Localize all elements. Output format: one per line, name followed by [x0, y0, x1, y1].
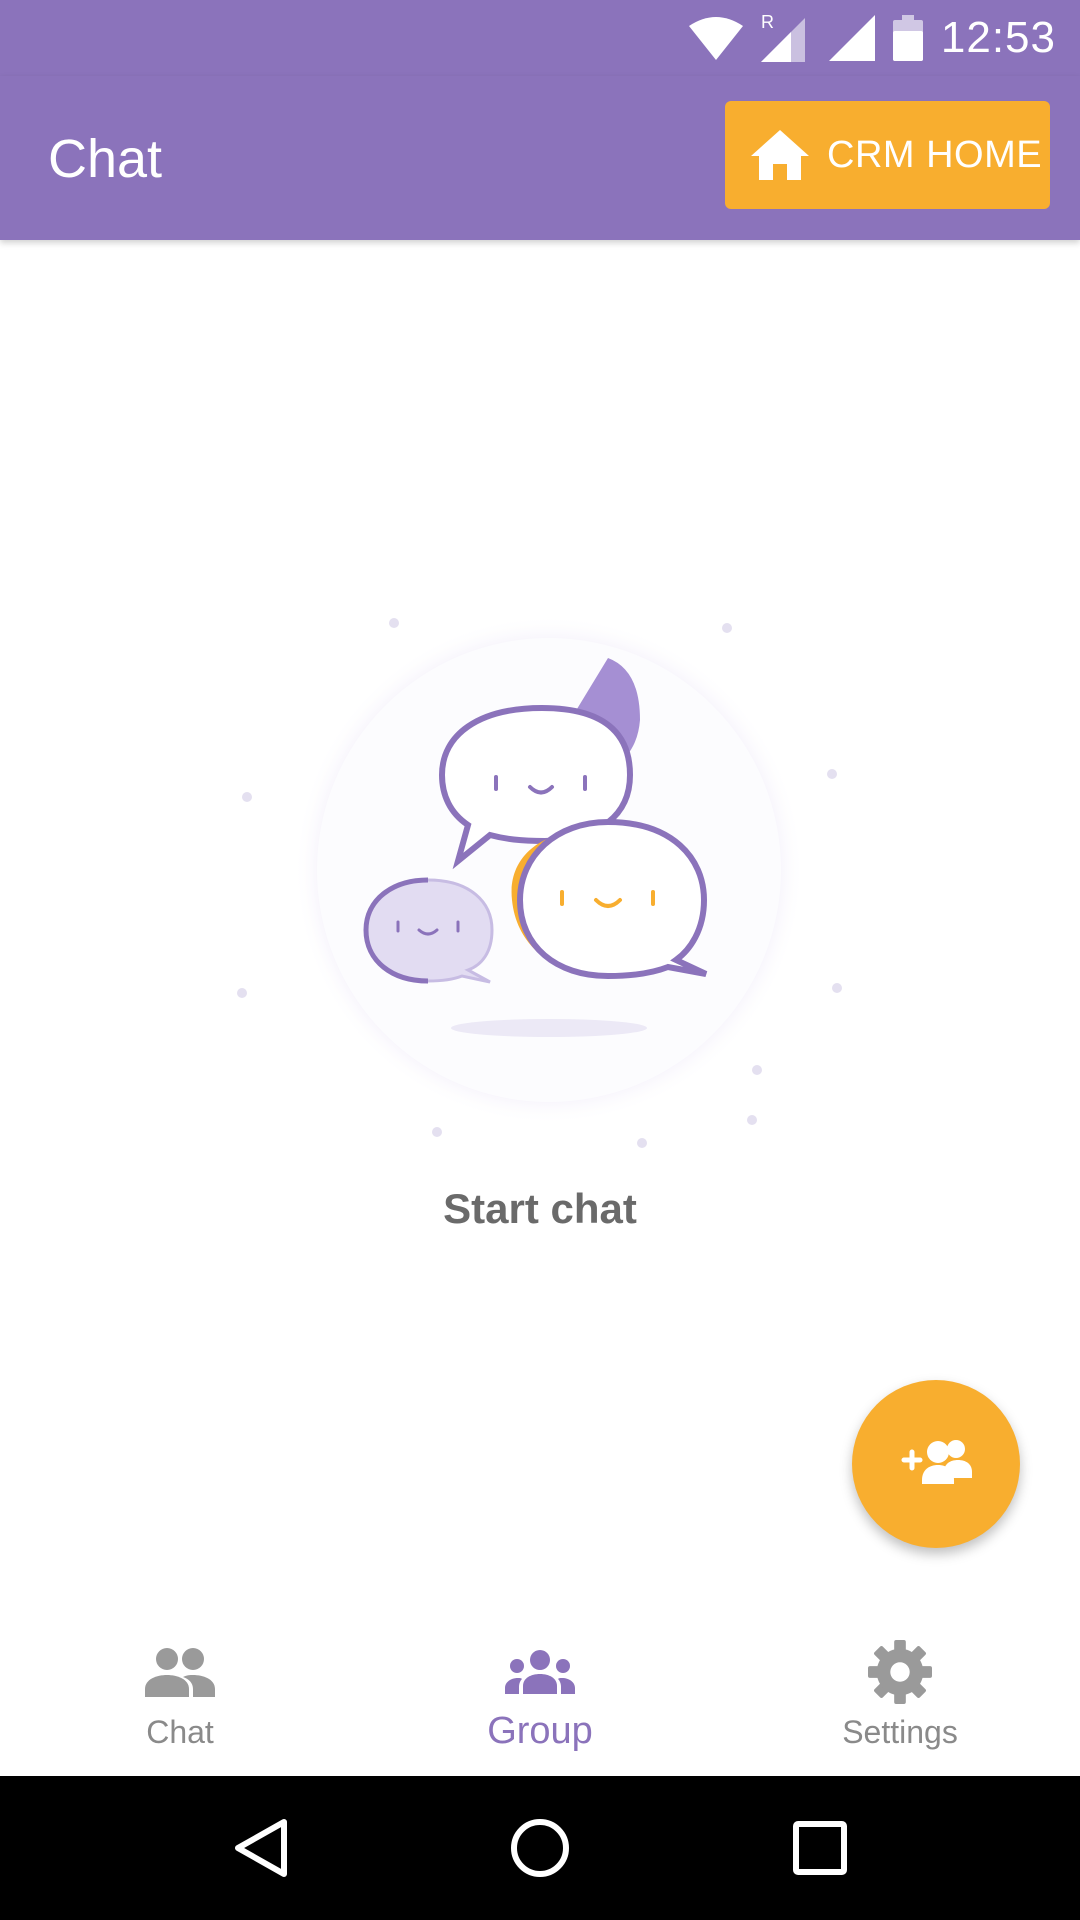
bottom-nav: Chat Group Settings: [0, 1610, 1080, 1776]
empty-state: Start chat: [0, 600, 1080, 1260]
group-icon: [505, 1640, 575, 1704]
nav-label-group: Group: [487, 1710, 593, 1752]
wifi-icon: [688, 16, 743, 60]
crm-home-button[interactable]: CRM HOME: [725, 101, 1050, 209]
signal-roaming-icon: R: [760, 14, 811, 62]
crm-home-label: CRM HOME: [827, 133, 1043, 176]
chat-bubbles-illustration: [0, 600, 1080, 1160]
home-icon: [751, 130, 809, 180]
svg-text:R: R: [761, 14, 774, 32]
add-group-icon: [900, 1438, 972, 1491]
nav-item-group[interactable]: Group: [360, 1610, 720, 1776]
status-icons: R 12:53: [688, 10, 1056, 66]
signal-icon: [828, 15, 875, 61]
nav-label-settings: Settings: [842, 1714, 958, 1750]
status-clock: 12:53: [940, 13, 1056, 62]
add-group-button[interactable]: [852, 1380, 1020, 1548]
people-icon: [145, 1640, 215, 1704]
start-chat-message: Start chat: [443, 1185, 637, 1232]
nav-item-settings[interactable]: Settings: [720, 1610, 1080, 1776]
gear-icon: [867, 1640, 933, 1704]
recents-icon[interactable]: [770, 1798, 870, 1898]
back-icon[interactable]: [210, 1798, 310, 1898]
status-bar: R 12:53: [0, 0, 1080, 76]
page-title: Chat: [48, 129, 163, 189]
battery-icon: [892, 15, 923, 61]
nav-label-chat: Chat: [146, 1714, 214, 1750]
app-bar: Chat CRM HOME: [0, 76, 1080, 240]
home-circle-icon[interactable]: [490, 1798, 590, 1898]
nav-item-chat[interactable]: Chat: [0, 1610, 360, 1776]
system-nav-bar: [0, 1776, 1080, 1920]
screen: R 12:53 Chat CRM HOME Start chat Chat Gr…: [0, 0, 1080, 1920]
